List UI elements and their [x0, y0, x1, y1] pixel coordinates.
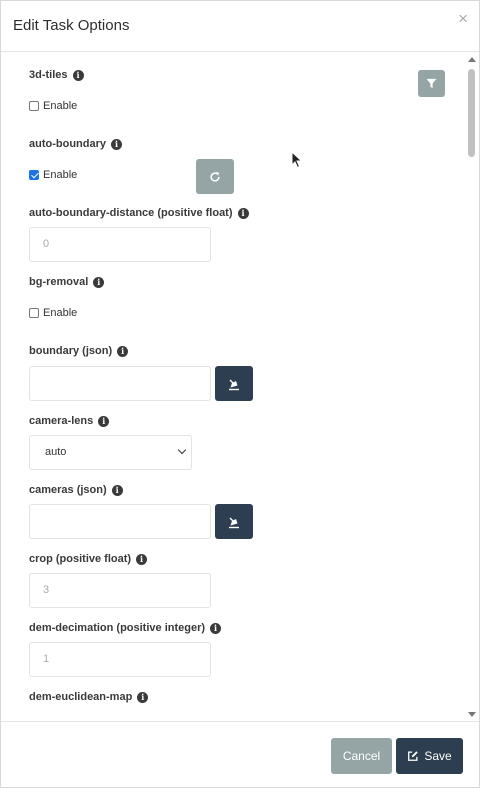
info-icon[interactable]: i — [237, 207, 249, 219]
camera-lens-select[interactable]: auto — [29, 435, 192, 470]
info-icon[interactable]: i — [117, 345, 129, 357]
draw-icon — [229, 517, 239, 528]
info-icon[interactable]: i — [137, 691, 149, 703]
dialog-footer: Cancel Save — [1, 721, 479, 787]
dialog-header: Edit Task Options × — [1, 1, 479, 52]
option-label-auto-boundary: auto-boundary i — [29, 138, 122, 150]
reset-auto-boundary-button[interactable] — [196, 159, 234, 194]
scroll-down-arrow-icon[interactable] — [468, 712, 476, 717]
option-label-bg-removal: bg-removal i — [29, 276, 105, 288]
checkbox-row-3d-tiles[interactable]: Enable — [29, 100, 77, 112]
option-label-3d-tiles: 3d-tiles i — [29, 69, 84, 81]
draw-boundary-button[interactable] — [215, 366, 253, 401]
upload-cameras-button[interactable] — [215, 504, 253, 539]
info-icon[interactable]: i — [111, 484, 123, 496]
enable-checkbox-bg-removal[interactable] — [29, 308, 39, 318]
save-button[interactable]: Save — [396, 738, 463, 774]
auto-boundary-distance-input[interactable]: 0 — [29, 227, 211, 262]
option-label-crop: crop (positive float) i — [29, 553, 148, 565]
crop-input[interactable]: 3 — [29, 573, 211, 608]
option-label-boundary: boundary (json) i — [29, 345, 129, 357]
option-label-cameras: cameras (json) i — [29, 484, 123, 496]
option-label-dem-euclidean-map: dem-euclidean-map i — [29, 691, 149, 703]
info-icon[interactable]: i — [98, 415, 110, 427]
filter-button[interactable] — [418, 70, 445, 97]
option-label-auto-boundary-distance: auto-boundary-distance (positive float) … — [29, 207, 249, 219]
close-icon[interactable]: × — [458, 10, 468, 27]
checkbox-row-auto-boundary[interactable]: Enable — [29, 169, 77, 181]
checkbox-row-bg-removal[interactable]: Enable — [29, 307, 77, 319]
mouse-cursor-icon — [291, 151, 303, 169]
options-panel[interactable]: 3d-tiles i Enable auto-boundary i Enable… — [1, 53, 479, 720]
info-icon[interactable]: i — [93, 276, 105, 288]
dialog-title: Edit Task Options — [13, 17, 130, 34]
refresh-icon — [210, 171, 220, 182]
cameras-json-input[interactable] — [29, 504, 211, 539]
enable-checkbox-auto-boundary[interactable] — [29, 170, 39, 180]
option-label-dem-decimation: dem-decimation (positive integer) i — [29, 622, 222, 634]
options-scrollbar[interactable] — [466, 55, 476, 719]
enable-checkbox-3d-tiles[interactable] — [29, 101, 39, 111]
cancel-button[interactable]: Cancel — [331, 738, 392, 774]
boundary-json-input[interactable] — [29, 366, 211, 401]
scrollbar-thumb[interactable] — [468, 69, 475, 157]
scroll-up-arrow-icon[interactable] — [468, 57, 476, 62]
info-icon[interactable]: i — [72, 69, 84, 81]
info-icon[interactable]: i — [210, 622, 222, 634]
info-icon[interactable]: i — [136, 553, 148, 565]
option-label-camera-lens: camera-lens i — [29, 415, 110, 427]
info-icon[interactable]: i — [111, 138, 122, 150]
edit-task-options-dialog: Edit Task Options × 3d-tiles i Enable au… — [0, 0, 480, 788]
chevron-down-icon — [177, 445, 187, 455]
draw-icon — [229, 379, 239, 390]
edit-icon — [408, 751, 419, 761]
dem-decimation-input[interactable]: 1 — [29, 642, 211, 677]
filter-icon — [426, 78, 437, 89]
